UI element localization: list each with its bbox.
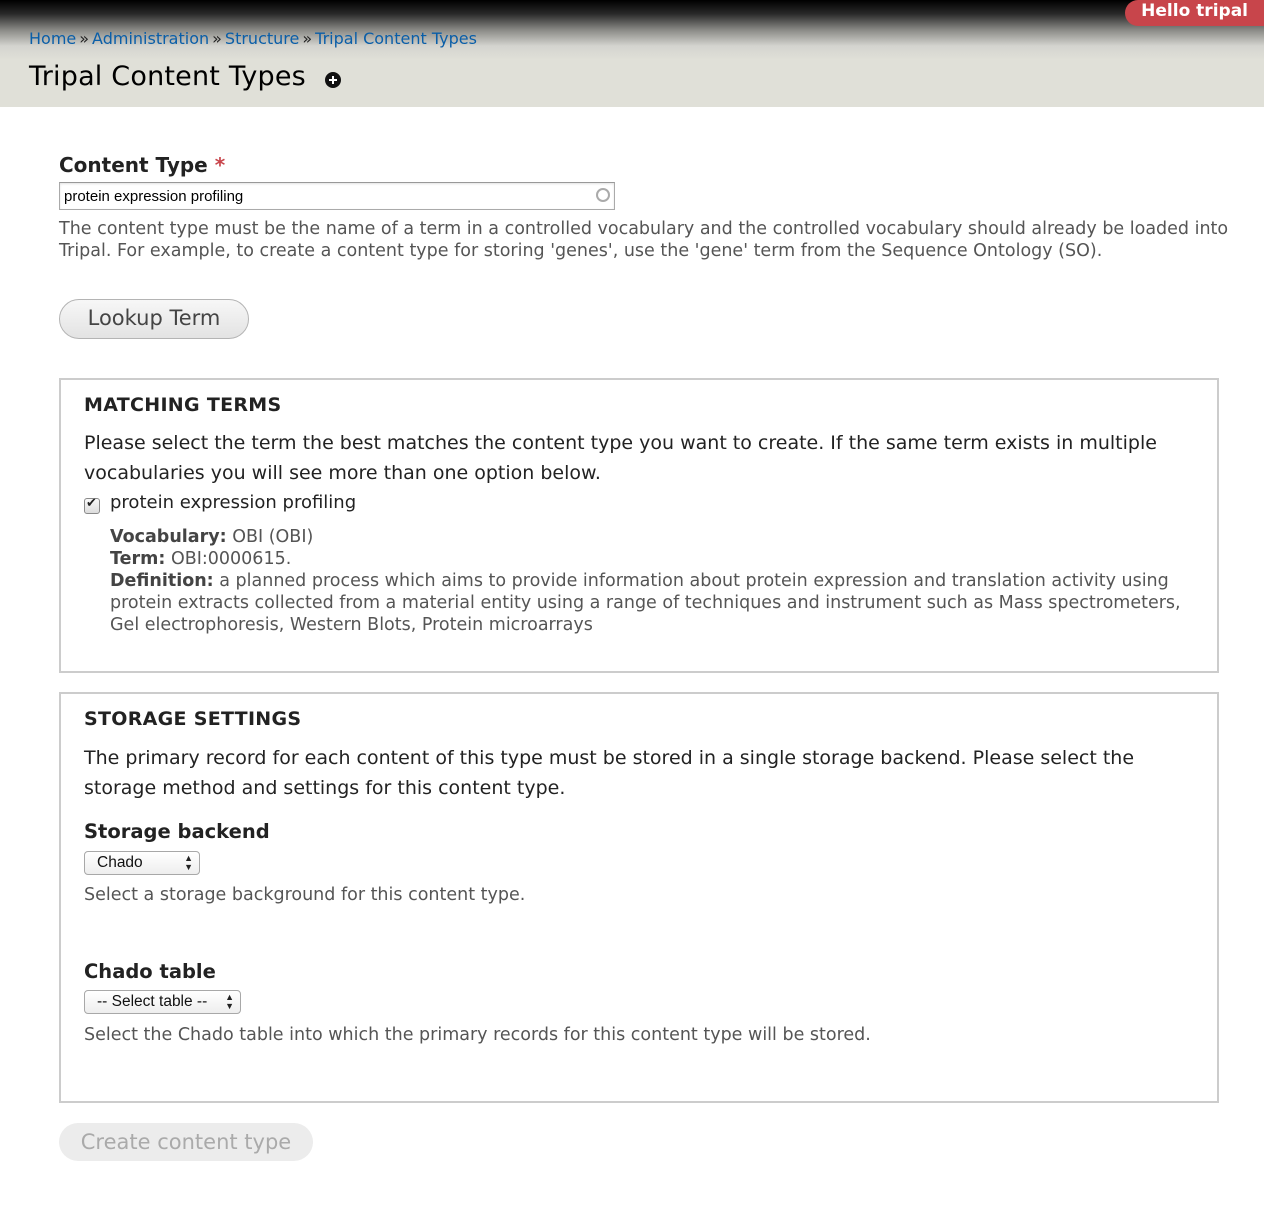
content-type-input[interactable] (60, 183, 588, 209)
content-type-description-line: Tripal. For example, to create a content… (59, 241, 1103, 261)
vocabulary-value: OBI (OBI) (232, 527, 314, 547)
breadcrumb-tripal-content-types-link[interactable]: Tripal Content Types (315, 29, 477, 48)
required-marker: * (214, 153, 226, 177)
breadcrumb-home-link[interactable]: Home (29, 29, 76, 48)
admin-header: Hello tripal Home» Administration» Structu… (0, 0, 1264, 107)
vocabulary-key: Vocabulary: (110, 527, 227, 547)
term-option-checkbox[interactable] (84, 496, 100, 514)
content-type-label: Content Type * (59, 153, 225, 177)
breadcrumb: Home» Administration» Structure» Tripal Con… (29, 29, 477, 48)
content-type-field (59, 182, 615, 210)
lookup-term-button[interactable]: Lookup Term (59, 299, 249, 339)
definition-key: Definition: (110, 571, 214, 591)
select-updown-arrows-icon: ▲ ▼ (225, 992, 234, 1011)
breadcrumb-structure-link[interactable]: Structure (225, 29, 299, 48)
content-type-label-text: Content Type (59, 153, 208, 177)
breadcrumb-separator: » (302, 29, 313, 48)
chado-table-label: Chado table (84, 960, 216, 983)
term-value: OBI:0000615. (170, 549, 292, 569)
storage-settings-intro: The primary record for each content of t… (84, 747, 1135, 799)
add-shortcut-plus-icon[interactable] (325, 72, 341, 88)
storage-settings-fieldset: STORAGE SETTINGS The primary record for … (59, 692, 1219, 1103)
content-type-description-line: The content type must be the name of a t… (59, 219, 1229, 239)
storage-settings-legend: STORAGE SETTINGS (84, 708, 302, 730)
definition-row: Definition: a planned process which aims… (110, 570, 1190, 636)
page-title: Tripal Content Types (29, 61, 306, 92)
storage-backend-description: Select a storage background for this con… (84, 885, 526, 905)
term-option-label[interactable]: protein expression profiling (110, 492, 356, 513)
create-content-type-button[interactable]: Create content type (59, 1123, 313, 1161)
term-key: Term: (110, 549, 166, 569)
breadcrumb-administration-link[interactable]: Administration (92, 29, 209, 48)
storage-backend-selected-value: Chado (97, 854, 143, 871)
matching-terms-fieldset: MATCHING TERMS Please select the term th… (59, 378, 1219, 673)
chado-table-selected-value: -- Select table -- (97, 993, 208, 1010)
chado-table-select[interactable]: -- Select table -- ▲ ▼ (84, 990, 241, 1014)
storage-backend-label: Storage backend (84, 820, 270, 843)
vocabulary-row: Vocabulary: OBI (OBI) (110, 526, 1190, 548)
select-updown-arrows-icon: ▲ ▼ (184, 853, 193, 872)
autocomplete-throbber-icon (596, 188, 610, 202)
chado-table-description: Select the Chado table into which the pr… (84, 1025, 871, 1045)
matching-terms-intro: Please select the term the best matches … (84, 432, 1157, 484)
breadcrumb-separator: » (79, 29, 90, 48)
breadcrumb-separator: » (212, 29, 222, 48)
definition-value: a planned process which aims to provide … (110, 571, 1181, 635)
matching-terms-legend: MATCHING TERMS (84, 394, 282, 416)
content-type-description: The content type must be the name of a t… (59, 218, 1249, 262)
term-row: Term: OBI:0000615. (110, 548, 1190, 570)
term-details: Vocabulary: OBI (OBI) Term: OBI:0000615.… (110, 526, 1190, 636)
user-greeting-badge[interactable]: Hello tripal (1125, 0, 1264, 26)
storage-backend-select[interactable]: Chado ▲ ▼ (84, 851, 200, 875)
